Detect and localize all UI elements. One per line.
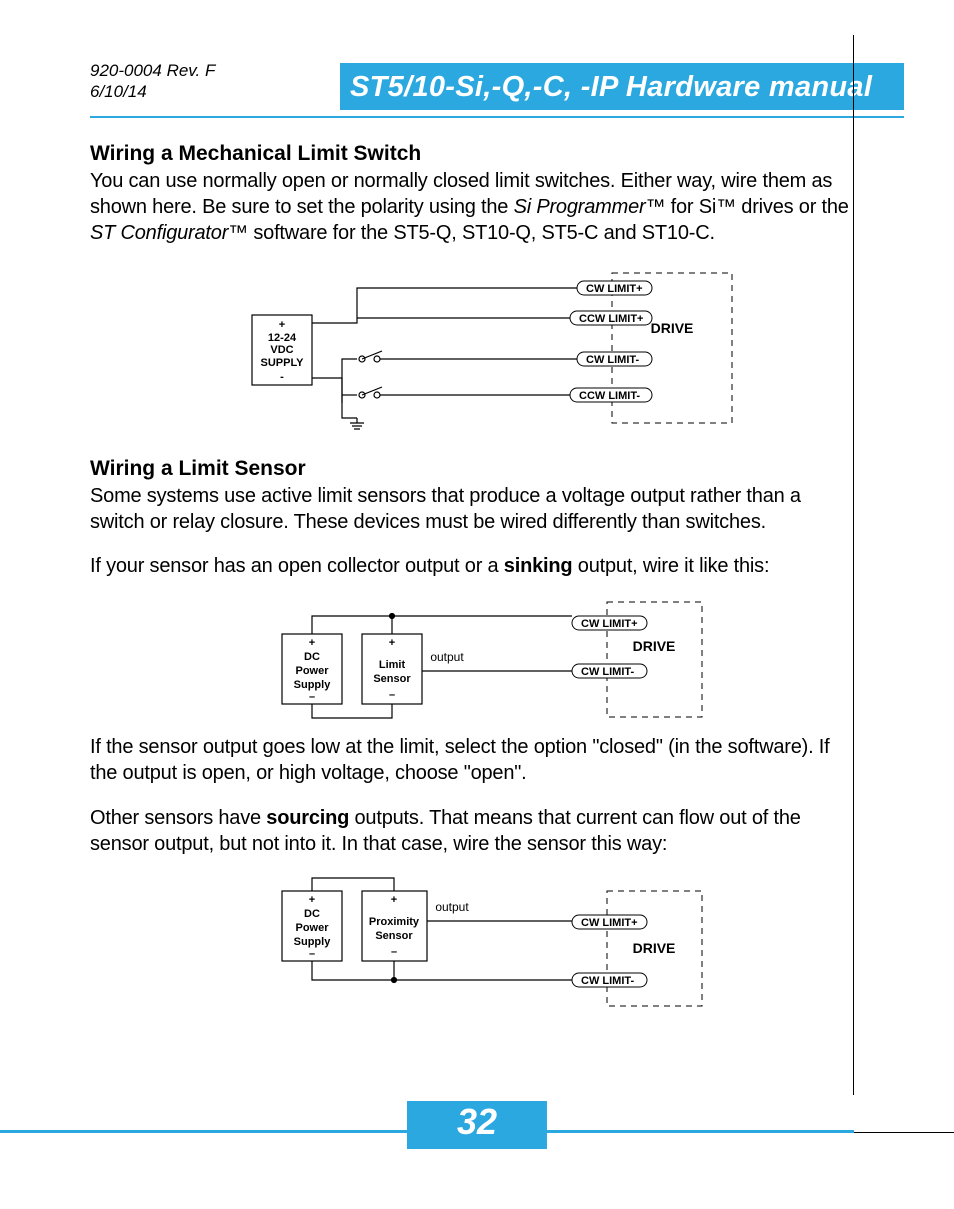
svg-text:+: + bbox=[279, 319, 285, 331]
svg-text:+: + bbox=[389, 637, 395, 649]
svg-text:CW LIMIT-: CW LIMIT- bbox=[581, 666, 634, 678]
rev-number: 920-0004 Rev. F bbox=[90, 61, 215, 80]
svg-text:CW LIMIT+: CW LIMIT+ bbox=[581, 618, 638, 630]
manual-title: ST5/10-Si,-Q,-C, -IP Hardware manual bbox=[350, 71, 872, 103]
svg-text:VDC: VDC bbox=[270, 344, 293, 356]
svg-text:Proximity: Proximity bbox=[369, 916, 420, 928]
svg-text:Power: Power bbox=[295, 665, 329, 677]
svg-text:DC: DC bbox=[304, 908, 320, 920]
heading-mechanical-limit: Wiring a Mechanical Limit Switch bbox=[90, 142, 894, 166]
para-sourcing: Other sensors have sourcing outputs. Tha… bbox=[90, 805, 860, 858]
heading-limit-sensor: Wiring a Limit Sensor bbox=[90, 457, 894, 481]
diagram-sinking-sensor: + DC Power Supply – + Limit Sensor – DRI… bbox=[277, 596, 707, 726]
para-limit-sensor-intro: Some systems use active limit sensors th… bbox=[90, 483, 860, 536]
svg-text:Supply: Supply bbox=[294, 679, 332, 691]
svg-text:12-24: 12-24 bbox=[268, 332, 297, 344]
svg-text:–: – bbox=[309, 948, 315, 960]
svg-text:output: output bbox=[435, 900, 469, 914]
page: 920-0004 Rev. F 6/10/14 ST5/10-Si,-Q,-C,… bbox=[0, 0, 954, 1209]
diagram-sourcing-sensor: + DC Power Supply – + Proximity Sensor –… bbox=[277, 873, 707, 1013]
svg-text:DRIVE: DRIVE bbox=[651, 320, 694, 336]
header-rule bbox=[90, 116, 904, 118]
svg-text:Power: Power bbox=[295, 922, 329, 934]
para-sinking: If your sensor has an open collector out… bbox=[90, 553, 860, 579]
page-number-badge: 32 bbox=[407, 1101, 547, 1149]
footer-thin-rule bbox=[854, 1132, 954, 1133]
svg-text:+: + bbox=[309, 894, 315, 906]
svg-text:Sensor: Sensor bbox=[375, 930, 413, 942]
svg-text:output: output bbox=[430, 650, 464, 664]
svg-text:CW LIMIT+: CW LIMIT+ bbox=[581, 917, 638, 929]
right-margin-rule bbox=[853, 35, 854, 1095]
svg-text:-: - bbox=[280, 371, 284, 383]
svg-text:+: + bbox=[391, 894, 397, 906]
svg-text:CW LIMIT+: CW LIMIT+ bbox=[586, 283, 643, 295]
svg-text:+: + bbox=[309, 637, 315, 649]
svg-text:CW LIMIT-: CW LIMIT- bbox=[581, 975, 634, 987]
svg-text:DRIVE: DRIVE bbox=[633, 638, 676, 654]
svg-text:–: – bbox=[389, 689, 395, 701]
svg-text:DC: DC bbox=[304, 651, 320, 663]
svg-text:Supply: Supply bbox=[294, 936, 332, 948]
rev-date: 6/10/14 bbox=[90, 82, 147, 101]
svg-text:–: – bbox=[309, 691, 315, 703]
svg-text:CCW LIMIT-: CCW LIMIT- bbox=[579, 390, 640, 402]
title-bar: ST5/10-Si,-Q,-C, -IP Hardware manual bbox=[340, 63, 904, 110]
svg-text:CW LIMIT-: CW LIMIT- bbox=[586, 354, 639, 366]
svg-text:DRIVE: DRIVE bbox=[633, 940, 676, 956]
para-closed-open: If the sensor output goes low at the lim… bbox=[90, 734, 860, 787]
svg-text:Sensor: Sensor bbox=[373, 673, 411, 685]
diagram-mechanical-switch: + 12-24 VDC SUPPLY - DRIVE CW LIMIT+ CCW… bbox=[242, 263, 742, 433]
svg-text:Limit: Limit bbox=[379, 659, 406, 671]
svg-text:–: – bbox=[391, 946, 397, 958]
page-number: 32 bbox=[457, 1101, 497, 1142]
svg-text:SUPPLY: SUPPLY bbox=[260, 357, 304, 369]
para-mechanical-limit: You can use normally open or normally cl… bbox=[90, 168, 860, 247]
svg-text:CCW LIMIT+: CCW LIMIT+ bbox=[579, 313, 643, 325]
